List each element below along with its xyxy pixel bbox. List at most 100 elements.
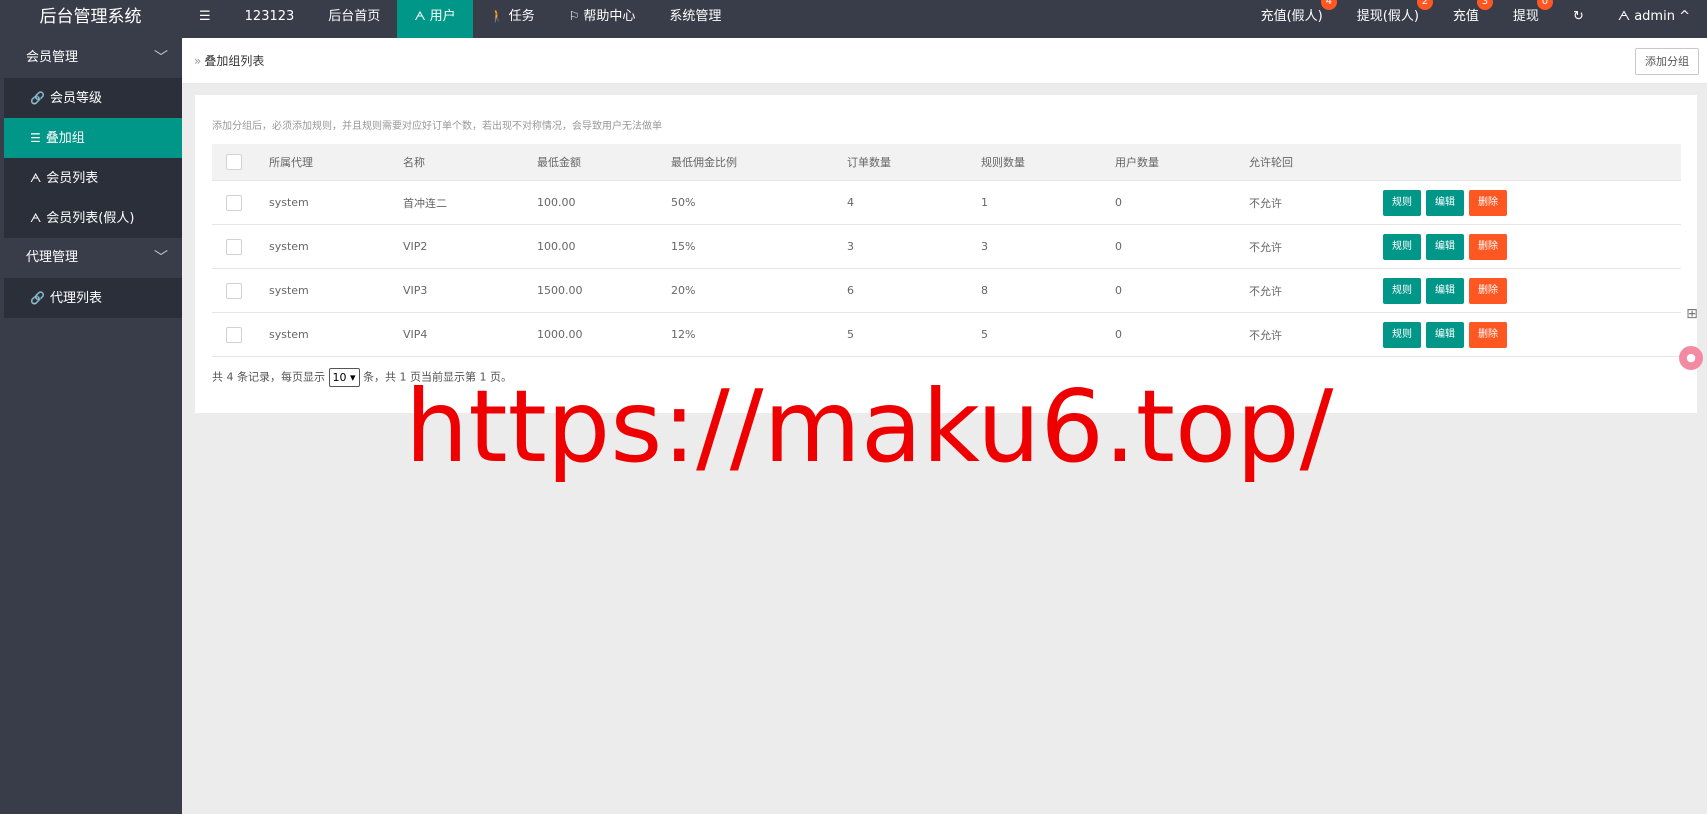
cell-name: VIP2 [403, 224, 537, 269]
cell-user-count: 0 [1115, 312, 1249, 357]
row-checkbox[interactable] [226, 238, 242, 255]
top-bar: 后台管理系统 ☰ 123123 后台首页 ᗅ 用户 🚶 任务 ⚐ 帮助中心 系统管理 … [0, 0, 1707, 38]
cell-rule-count: 8 [981, 268, 1115, 313]
edit-button[interactable]: 编辑 [1426, 233, 1464, 260]
row-checkbox[interactable] [226, 194, 242, 211]
cell-min-amount: 1500.00 [537, 268, 671, 313]
add-group-button[interactable]: 添加分组 [1635, 48, 1699, 75]
column-header: 用户数量 [1115, 144, 1249, 181]
recharge-fake-button[interactable]: 充值(假人) 4 [1244, 0, 1340, 38]
row-checkbox[interactable] [226, 282, 242, 299]
cell-min-commission: 12% [671, 312, 847, 357]
refresh-icon: ↻ [1572, 9, 1584, 24]
cell-allow-loop: 不允许 [1249, 312, 1383, 357]
watermark-text: https://maku6.top/ [405, 368, 1334, 485]
user-icon: ᗅ [1617, 9, 1631, 24]
double-chevron-icon: » [194, 54, 202, 68]
recharge-button[interactable]: 充值 3 [1436, 0, 1496, 38]
table-row: system 首冲连二 100.00 50% 4 1 0 不允许 规则 编辑 删除 [212, 180, 1681, 225]
cell-order-count: 5 [847, 312, 981, 357]
select-all-checkbox[interactable] [226, 154, 242, 170]
edit-button[interactable]: 编辑 [1426, 277, 1464, 304]
cell-order-count: 4 [847, 180, 981, 225]
nav-item-help[interactable]: ⚐ 帮助中心 [552, 0, 653, 38]
column-header: 所属代理 [269, 144, 403, 181]
nav-item-system[interactable]: 系统管理 [652, 0, 738, 38]
sidebar: 会员管理 ﹀ 🔗 会员等级 ☰ 叠加组 ᗅ 会员列表 ᗅ 会员列表(假人) 代理管理 ﹀ 🔗… [0, 38, 182, 814]
qr-grid-icon[interactable]: ⊞ [1683, 306, 1701, 328]
cell-min-amount: 100.00 [537, 180, 671, 225]
delete-button[interactable]: 删除 [1469, 189, 1507, 216]
sidebar-item-member-level[interactable]: 🔗 会员等级 [4, 78, 182, 118]
column-header: 最低金额 [537, 144, 671, 181]
nav-item-home[interactable]: 后台首页 [311, 0, 397, 38]
rule-button[interactable]: 规则 [1383, 233, 1421, 260]
caret-up-icon: ^ [1679, 9, 1690, 24]
row-checkbox[interactable] [226, 326, 242, 343]
sidebar-group-member[interactable]: 会员管理 ﹀ [0, 38, 182, 78]
delete-button[interactable]: 删除 [1469, 233, 1507, 260]
nav-item-user[interactable]: ᗅ 用户 [397, 0, 473, 38]
cell-order-count: 3 [847, 224, 981, 269]
flag-icon: ⚐ [568, 9, 580, 23]
cell-name: VIP3 [403, 268, 537, 313]
sidebar-item-member-list-fake[interactable]: ᗅ 会员列表(假人) [4, 198, 182, 238]
edit-button[interactable]: 编辑 [1426, 321, 1464, 348]
menu-toggle-button[interactable]: ☰ [182, 0, 228, 38]
cell-agent: system [269, 312, 403, 357]
edit-button[interactable]: 编辑 [1426, 189, 1464, 216]
user-icon: ᗅ [30, 211, 42, 225]
refresh-button[interactable]: ↻ [1556, 0, 1601, 38]
cell-min-amount: 1000.00 [537, 312, 671, 357]
sidebar-item-member-list[interactable]: ᗅ 会员列表 [4, 158, 182, 198]
delete-button[interactable]: 删除 [1469, 277, 1507, 304]
withdraw-fake-button[interactable]: 提现(假人) 2 [1340, 0, 1436, 38]
column-header: 名称 [403, 144, 537, 181]
rule-button[interactable]: 规则 [1383, 321, 1421, 348]
cell-user-count: 0 [1115, 268, 1249, 313]
cell-min-commission: 50% [671, 180, 847, 225]
cell-rule-count: 5 [981, 312, 1115, 357]
nav-item-task[interactable]: 🚶 任务 [473, 0, 552, 38]
delete-button[interactable]: 删除 [1469, 321, 1507, 348]
cell-min-commission: 20% [671, 268, 847, 313]
sidebar-group-agent[interactable]: 代理管理 ﹀ [0, 238, 182, 278]
cell-agent: system [269, 180, 403, 225]
cell-agent: system [269, 268, 403, 313]
cell-name: VIP4 [403, 312, 537, 357]
content-panel: 添加分组后，必须添加规则，并且规则需要对应好订单个数，若出现不对称情况，会导致用… [195, 95, 1697, 413]
link-icon: 🔗 [30, 291, 45, 305]
cell-min-commission: 15% [671, 224, 847, 269]
cell-rule-count: 1 [981, 180, 1115, 225]
count-badge: 2 [1416, 0, 1433, 10]
table-row: system VIP2 100.00 15% 3 3 0 不允许 规则 编辑 删除 [212, 224, 1681, 269]
top-nav: ☰ 123123 后台首页 ᗅ 用户 🚶 任务 ⚐ 帮助中心 系统管理 [182, 0, 738, 38]
rule-button[interactable]: 规则 [1383, 189, 1421, 216]
cell-agent: system [269, 224, 403, 269]
withdraw-button[interactable]: 提现 0 [1496, 0, 1556, 38]
link-icon: 🔗 [30, 91, 45, 105]
sidebar-item-stack-group[interactable]: ☰ 叠加组 [4, 118, 182, 158]
top-right-nav: 充值(假人) 4 提现(假人) 2 充值 3 提现 0 ↻ ᗅ admin ^ [1244, 0, 1707, 38]
chevron-down-icon: ﹀ [154, 250, 168, 266]
sidebar-item-agent-list[interactable]: 🔗 代理列表 [4, 278, 182, 318]
cell-user-count: 0 [1115, 224, 1249, 269]
column-header: 允许轮回 [1249, 144, 1383, 181]
rule-button[interactable]: 规则 [1383, 277, 1421, 304]
pagination-prefix: 共 4 条记录，每页显示 [212, 370, 325, 384]
page-size-select[interactable]: 10 ▾ [328, 368, 360, 387]
cell-allow-loop: 不允许 [1249, 224, 1383, 269]
nav-item-123123[interactable]: 123123 [228, 0, 312, 38]
column-header: 最低佣金比例 [671, 144, 847, 181]
user-icon: ᗅ [414, 9, 426, 23]
count-badge: 4 [1320, 0, 1337, 10]
cell-name: 首冲连二 [403, 180, 537, 225]
admin-menu[interactable]: ᗅ admin ^ [1601, 0, 1707, 38]
table-header-row: 所属代理 名称 最低金额 最低佣金比例 订单数量 规则数量 用户数量 允许轮回 [212, 144, 1681, 181]
floating-widget-icon[interactable]: ● [1679, 346, 1703, 370]
table-row: system VIP4 1000.00 12% 5 5 0 不允许 规则 编辑 删除 [212, 312, 1681, 357]
cell-allow-loop: 不允许 [1249, 180, 1383, 225]
user-icon: ᗅ [30, 171, 42, 185]
cell-order-count: 6 [847, 268, 981, 313]
menu-icon: ☰ [199, 9, 211, 24]
